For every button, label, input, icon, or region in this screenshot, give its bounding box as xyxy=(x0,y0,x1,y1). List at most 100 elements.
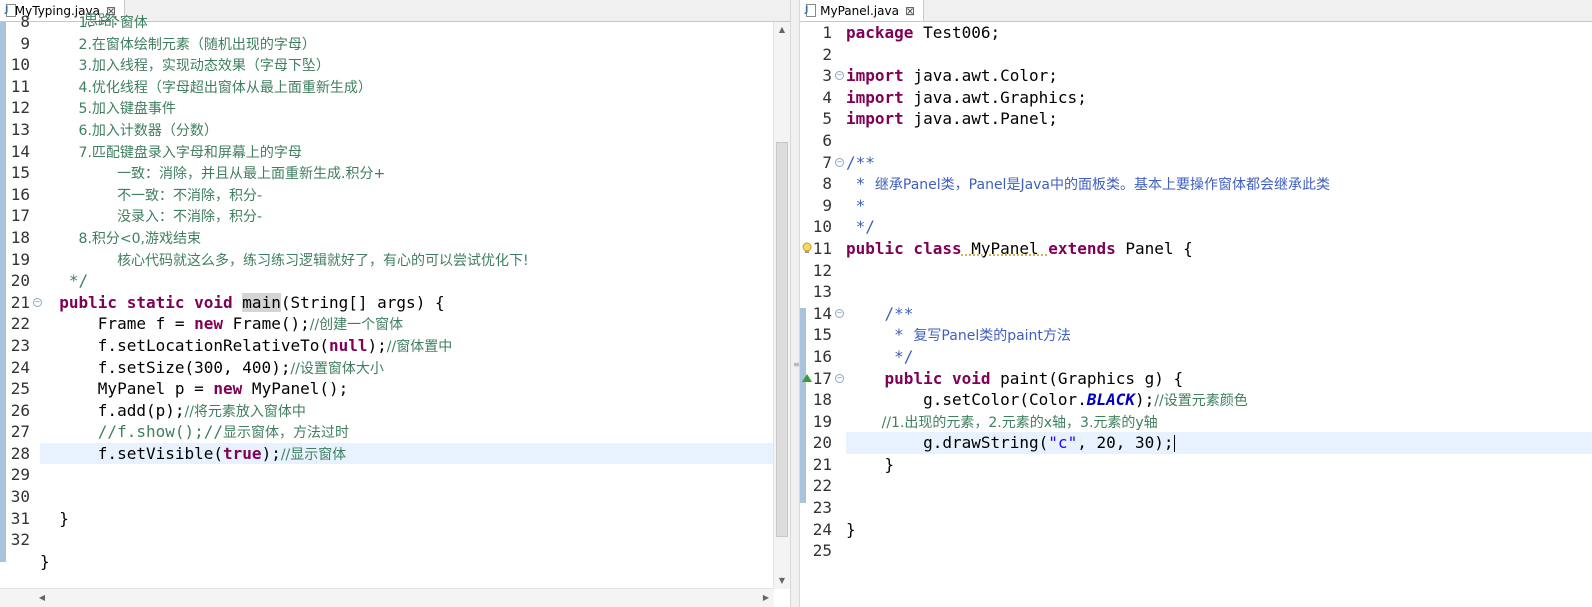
code-line: } xyxy=(846,454,1592,476)
comment-text: */ xyxy=(68,271,89,291)
code-text: } xyxy=(846,519,856,539)
code-line: */ xyxy=(40,270,773,292)
fold-toggle-icon[interactable]: − xyxy=(835,373,844,383)
scroll-up-arrow-icon[interactable]: ▲ xyxy=(774,22,790,38)
fold-toggle-icon[interactable]: − xyxy=(835,157,844,167)
line-number: 10 xyxy=(10,55,30,75)
code-text: java.awt.Graphics; xyxy=(903,87,1087,107)
comment-text: 1.一个窗体 xyxy=(78,15,148,31)
left-code-editor[interactable]: 8 9 10 11 12 13 14 15 16 17 18 19 20 21−… xyxy=(0,12,790,607)
code-line: import java.awt.Color; xyxy=(846,65,1592,87)
code-text: Panel { xyxy=(1115,238,1193,258)
comment-text: 3.加入线程，实现动态效果（字母下坠） xyxy=(78,58,330,75)
scroll-down-arrow-icon[interactable]: ▼ xyxy=(774,573,790,589)
line-number-gutter: 1 2 3− 4 5 6 7− 8 9 10 11 12 13 14− 15 1… xyxy=(800,22,844,607)
keyword: public static void xyxy=(59,292,233,312)
javadoc-text: 复写Panel类的paint方法 xyxy=(913,328,1071,345)
code-area[interactable]: package Test006; import java.awt.Color; … xyxy=(846,22,1592,607)
keyword: import xyxy=(846,66,904,86)
line-number: 26 xyxy=(10,400,30,420)
horizontal-scrollbar[interactable]: ◀ ▶ xyxy=(0,588,774,607)
code-text: MyPanel(); xyxy=(242,379,349,399)
code-line: /** xyxy=(846,152,1592,174)
comment-text: 没录入：不消除，积分- xyxy=(117,209,263,226)
code-line: import java.awt.Graphics; xyxy=(846,87,1592,109)
scrollbar-thumb[interactable] xyxy=(776,142,788,537)
close-tab-icon[interactable]: ⊠ xyxy=(905,4,915,18)
line-number: 24 xyxy=(10,357,30,377)
code-line: public class MyPanel extends Panel { xyxy=(846,238,1592,260)
keyword: new xyxy=(213,379,243,399)
code-line: f.setSize(300, 400);//设置窗体大小 xyxy=(40,357,773,379)
scroll-right-arrow-icon[interactable]: ▶ xyxy=(758,589,774,607)
override-marker-icon[interactable] xyxy=(802,373,812,382)
code-line: * 复写Panel类的paint方法 xyxy=(846,324,1592,346)
line-number: 32 xyxy=(10,530,30,550)
current-code-line: f.setVisible(true);//显示窗体 xyxy=(40,442,773,465)
code-line: 5.加入键盘事件 xyxy=(40,97,773,119)
line-number: 20 xyxy=(10,271,30,291)
keyword: new xyxy=(194,314,224,334)
comment-text: 6.加入计数器（分数） xyxy=(78,122,218,139)
javadoc-text: * xyxy=(846,174,875,194)
line-number: 19 xyxy=(812,411,832,431)
scroll-left-arrow-icon[interactable]: ◀ xyxy=(34,589,50,607)
java-file-icon: J xyxy=(804,3,816,18)
code-line: * xyxy=(846,195,1592,217)
line-number: 5 xyxy=(822,109,832,129)
code-line: package Test006; xyxy=(846,22,1592,44)
code-text: f.setLocationRelativeTo( xyxy=(97,335,329,355)
fold-toggle-icon[interactable]: − xyxy=(835,308,844,318)
line-number: 25 xyxy=(10,379,30,399)
line-number: 12 xyxy=(10,98,30,118)
warning-bulb-icon[interactable] xyxy=(801,242,813,254)
code-line: Frame f = new Frame();//创建一个窗体 xyxy=(40,313,773,335)
code-line: f.setLocationRelativeTo(null);//窗体置中 xyxy=(40,335,773,357)
line-number: 11 xyxy=(10,76,30,96)
code-text: f.setSize(300, 400); xyxy=(97,357,291,377)
vertical-scrollbar[interactable]: ▲ ▼ xyxy=(773,22,790,589)
line-number: 11 xyxy=(812,238,832,258)
code-line: */ xyxy=(846,346,1592,368)
line-number-override: 17− xyxy=(800,368,844,390)
comment-text: 核心代码就这么多，练习练习逻辑就好了，有心的可以尝试优化下! xyxy=(117,252,529,269)
comment-text: 2.在窗体绘制元素（随机出现的字母） xyxy=(78,36,316,53)
code-line: //1.出现的元素，2.元素的x轴，3.元素的y轴 xyxy=(846,411,1592,433)
code-text: (String[] args) { xyxy=(280,292,445,312)
line-number: 31 xyxy=(10,508,30,528)
code-text: Frame(); xyxy=(223,314,310,334)
line-number: 20 xyxy=(812,433,832,453)
line-number-fold: 21− xyxy=(0,292,42,314)
line-number-fold: 14− xyxy=(800,303,844,325)
tab-mypanel-java[interactable]: J MyPanel.java ⊠ xyxy=(800,0,924,21)
right-code-editor[interactable]: 1 2 3− 4 5 6 7− 8 9 10 11 12 13 14− 15 1… xyxy=(800,22,1592,607)
code-line: 1.一个窗体 xyxy=(40,11,773,33)
code-line: 一致：消除，并且从最上面重新生成.积分+ xyxy=(40,162,773,184)
line-number: 13 xyxy=(10,119,30,139)
line-number: 24 xyxy=(812,519,832,539)
code-line: 不一致：不消除，积分- xyxy=(40,184,773,206)
line-number: 22 xyxy=(10,314,30,334)
method-name: main xyxy=(242,292,281,312)
code-text: } xyxy=(846,454,895,474)
code-area[interactable]: 思路： 1.一个窗体 2.在窗体绘制元素（随机出现的字母） 3.加入线程，实现动… xyxy=(40,11,773,607)
code-line: MyPanel p = new MyPanel(); xyxy=(40,378,773,400)
keyword: import xyxy=(846,109,904,129)
code-line: g.setColor(Color.BLACK);//设置元素颜色 xyxy=(846,389,1592,411)
line-number: 25 xyxy=(812,541,832,561)
line-number: 15 xyxy=(10,163,30,183)
editor-split-sash[interactable]: ≡ xyxy=(790,0,800,607)
comment-text: //显示窗体 xyxy=(280,446,347,463)
line-number: 9 xyxy=(20,33,30,53)
keyword: true xyxy=(223,443,262,463)
code-text: , 20, 30); xyxy=(1077,433,1174,453)
line-number: 8 xyxy=(822,174,832,194)
fold-toggle-icon[interactable]: − xyxy=(835,71,844,81)
line-number: 7 xyxy=(822,152,832,172)
